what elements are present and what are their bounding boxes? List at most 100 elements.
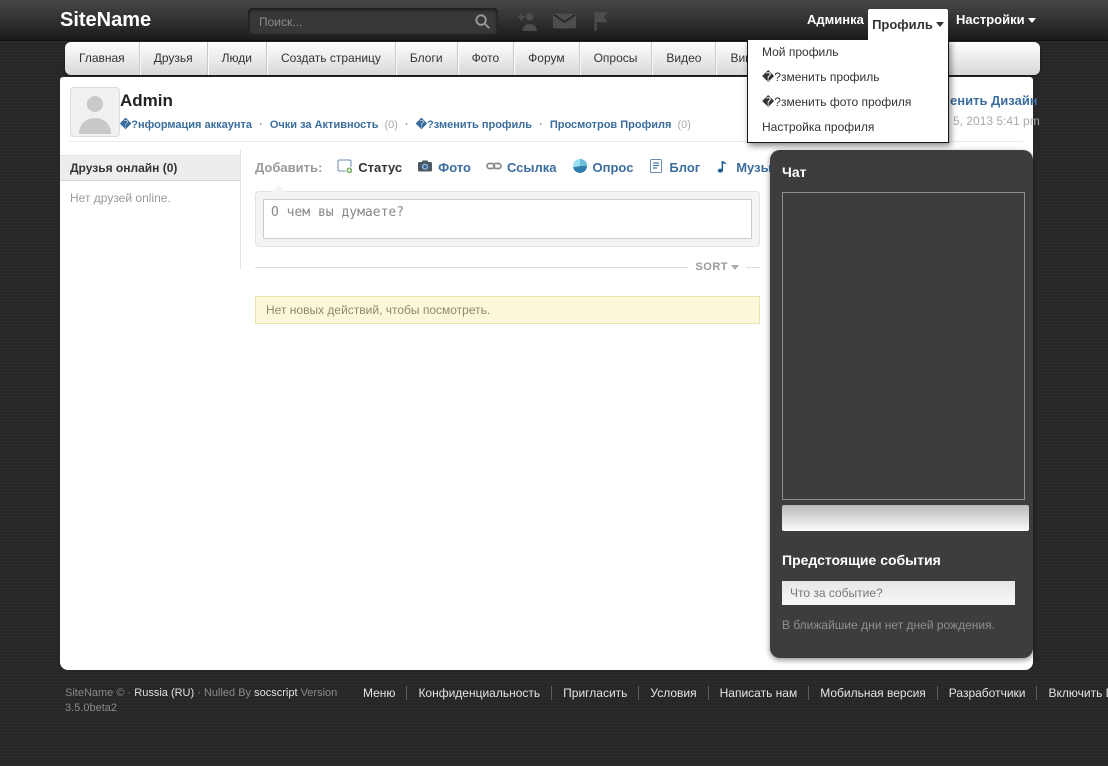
search-input[interactable] bbox=[249, 9, 497, 34]
settings-menu[interactable]: Настройки bbox=[956, 12, 1036, 27]
person-silhouette-icon bbox=[71, 88, 119, 136]
divider bbox=[746, 267, 760, 268]
footer-nulled-by: Nulled By bbox=[204, 687, 251, 699]
tab-friends[interactable]: Друзья bbox=[140, 42, 208, 75]
profile-views-link[interactable]: Просмотров Профиля bbox=[550, 119, 672, 131]
search-icon[interactable] bbox=[474, 13, 491, 35]
profile-dropdown-menu: Мой профиль �?зменить профиль �?зменить … bbox=[747, 39, 949, 143]
tab-people[interactable]: Люди bbox=[208, 42, 267, 75]
tab-video[interactable]: Видео bbox=[652, 42, 716, 75]
add-status-button[interactable]: Статус bbox=[337, 158, 402, 177]
site-logo[interactable]: SiteName bbox=[60, 9, 151, 32]
footer-link-mobile[interactable]: Мобильная версия bbox=[808, 686, 937, 700]
add-blog-label: Блог bbox=[669, 160, 700, 175]
messages-button[interactable] bbox=[551, 8, 577, 34]
footer-locale-link[interactable]: Russia (RU) bbox=[134, 687, 194, 699]
profile-views-count: (0) bbox=[677, 119, 690, 131]
friends-online-header: Друзья онлайн (0) bbox=[60, 155, 240, 181]
chat-messages-area[interactable] bbox=[782, 192, 1025, 500]
status-textarea[interactable] bbox=[263, 199, 752, 239]
add-blog-button[interactable]: Блог bbox=[648, 158, 700, 177]
activity-points-count: (0) bbox=[385, 119, 398, 131]
footer: SiteName © · Russia (RU) · Nulled By soc… bbox=[0, 680, 1108, 766]
tab-create-page[interactable]: Создать страницу bbox=[267, 42, 396, 75]
dot-separator: · bbox=[259, 119, 263, 131]
chevron-down-icon bbox=[731, 265, 739, 270]
add-poll-label: Опрос bbox=[593, 160, 634, 175]
edit-profile-link[interactable]: �?зменить профиль bbox=[416, 119, 532, 131]
poll-icon bbox=[572, 158, 588, 177]
menu-item-profile-settings[interactable]: Настройка профиля bbox=[748, 115, 948, 140]
tab-polls[interactable]: Опросы bbox=[580, 42, 653, 75]
profile-links-row: �?нформация аккаунта · Очки за Активност… bbox=[120, 118, 691, 131]
friends-online-empty-text: Нет друзей online. bbox=[70, 191, 171, 205]
tab-photos[interactable]: Фото bbox=[458, 42, 515, 75]
footer-link-developers[interactable]: Разработчики bbox=[937, 686, 1037, 700]
activity-points-link[interactable]: Очки за Активность bbox=[270, 119, 379, 131]
footer-script-link[interactable]: socscript bbox=[254, 687, 297, 699]
column-divider bbox=[240, 150, 241, 270]
chevron-down-icon bbox=[936, 22, 944, 27]
photo-icon bbox=[417, 158, 433, 177]
footer-link-menu[interactable]: Меню bbox=[352, 686, 406, 700]
chat-title: Чат bbox=[782, 164, 1025, 180]
search-box bbox=[248, 8, 498, 35]
footer-link-contact[interactable]: Написать нам bbox=[708, 686, 809, 700]
add-friend-button[interactable] bbox=[515, 8, 541, 34]
profile-menu-label: Профиль bbox=[872, 17, 933, 32]
add-photo-label: Фото bbox=[438, 160, 471, 175]
status-icon bbox=[337, 158, 353, 177]
add-link-button[interactable]: Ссылка bbox=[486, 158, 557, 177]
account-info-link[interactable]: �?нформация аккаунта bbox=[120, 119, 252, 131]
tab-home[interactable]: Главная bbox=[65, 42, 140, 75]
dot-separator: · bbox=[405, 119, 409, 131]
upcoming-events-title: Предстоящие события bbox=[782, 552, 1025, 568]
sort-button[interactable]: SORT bbox=[695, 261, 739, 273]
chevron-down-icon bbox=[1028, 18, 1036, 23]
reports-button[interactable] bbox=[588, 8, 614, 34]
mail-icon bbox=[551, 10, 577, 32]
avatar[interactable] bbox=[70, 87, 120, 137]
menu-item-edit-profile[interactable]: �?зменить профиль bbox=[748, 65, 948, 90]
flag-icon bbox=[588, 10, 614, 32]
footer-link-privacy[interactable]: Конфиденциальность bbox=[406, 686, 551, 700]
status-composer bbox=[255, 191, 760, 247]
event-input[interactable] bbox=[782, 581, 1015, 605]
profile-menu[interactable]: Профиль bbox=[868, 9, 948, 40]
change-design-link[interactable]: енить Дизайн bbox=[950, 93, 1038, 108]
divider bbox=[255, 267, 688, 268]
dot-separator: · bbox=[197, 687, 201, 699]
add-status-label: Статус bbox=[358, 160, 402, 175]
sort-label: SORT bbox=[695, 261, 728, 273]
footer-link-invite[interactable]: Пригласить bbox=[551, 686, 638, 700]
footer-site-name: SiteName © bbox=[65, 687, 124, 699]
composer-toolbar: Добавить: Статус Фото Ссылка Опрос bbox=[255, 158, 785, 177]
admin-link[interactable]: Админка bbox=[807, 12, 864, 27]
menu-item-edit-profile-photo[interactable]: �?зменить фото профиля bbox=[748, 90, 948, 115]
sort-row: SORT bbox=[255, 261, 760, 273]
music-icon bbox=[715, 158, 731, 177]
footer-link-dnd[interactable]: Включить DnD мод bbox=[1036, 686, 1108, 700]
footer-links: Меню Конфиденциальность Пригласить Услов… bbox=[352, 686, 1108, 700]
tab-forum[interactable]: Форум bbox=[514, 42, 579, 75]
main-content-card: Admin �?нформация аккаунта · Очки за Акт… bbox=[60, 77, 1033, 670]
tab-blogs[interactable]: Блоги bbox=[396, 42, 458, 75]
chat-panel: Чат Предстоящие события В ближайшие дни … bbox=[770, 150, 1033, 658]
profile-date: 5, 2013 5:41 pm bbox=[953, 114, 1040, 128]
add-link-label: Ссылка bbox=[507, 160, 557, 175]
settings-menu-label: Настройки bbox=[956, 12, 1025, 27]
link-icon bbox=[486, 158, 502, 177]
profile-name: Admin bbox=[120, 91, 173, 111]
chat-message-input[interactable] bbox=[782, 505, 1029, 531]
footer-link-terms[interactable]: Условия bbox=[638, 686, 707, 700]
add-poll-button[interactable]: Опрос bbox=[572, 158, 634, 177]
footer-copyright: SiteName © · Russia (RU) · Nulled By soc… bbox=[65, 686, 357, 716]
dot-separator: · bbox=[539, 119, 543, 131]
menu-item-my-profile[interactable]: Мой профиль bbox=[748, 40, 948, 65]
empty-feed-notice: Нет новых действий, чтобы посмотреть. bbox=[255, 296, 760, 324]
add-photo-button[interactable]: Фото bbox=[417, 158, 471, 177]
add-friend-icon bbox=[515, 10, 541, 32]
birthday-note: В ближайшие дни нет дней рождения. bbox=[782, 618, 1025, 632]
add-label: Добавить: bbox=[255, 160, 322, 175]
dot-separator: · bbox=[128, 687, 132, 699]
